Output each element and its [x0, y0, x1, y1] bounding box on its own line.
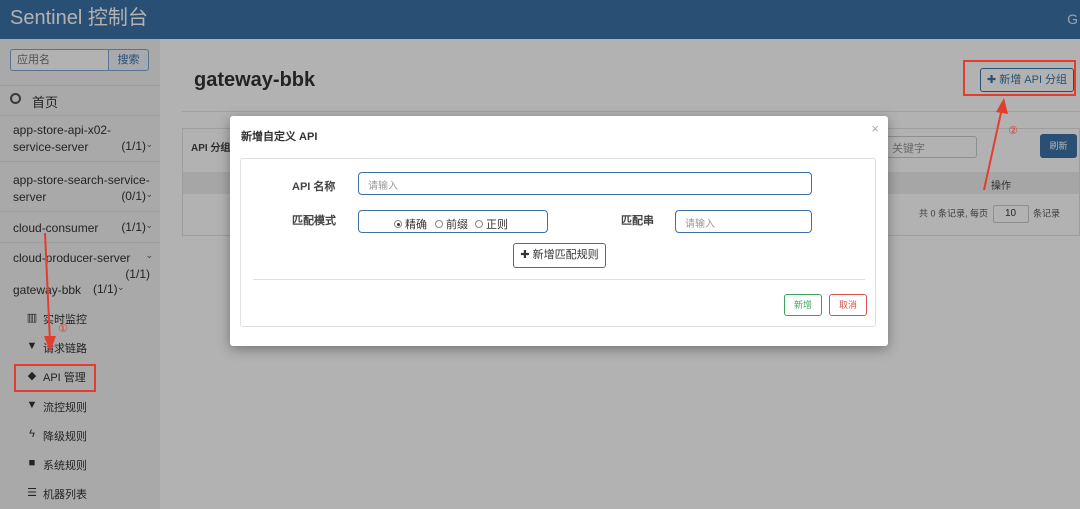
api-name-input[interactable]: 请输入	[358, 172, 812, 195]
save-button[interactable]: 新增	[784, 294, 822, 316]
annotation-label-2: ②	[1008, 125, 1018, 137]
match-mode-label: 匹配模式	[292, 215, 336, 227]
match-string-label: 匹配串	[621, 215, 654, 227]
dialog-title: 新增自定义 API	[241, 131, 318, 143]
add-match-rule-label: 新增匹配规则	[532, 249, 599, 261]
match-mode-radio-group: 精确 前缀 正则	[358, 210, 548, 233]
add-custom-api-dialog: 新增自定义 API × API 名称 请输入 匹配模式 精确 前缀 正则 匹配串…	[230, 116, 888, 346]
annotation-box-add-group	[963, 60, 1076, 96]
plus-icon: ✚	[520, 249, 533, 261]
api-name-label: API 名称	[292, 181, 336, 193]
dialog-body: API 名称 请输入 匹配模式 精确 前缀 正则 匹配串 请输入 ✚ 新增匹配规…	[240, 158, 876, 327]
match-string-input[interactable]: 请输入	[675, 210, 812, 233]
radio-label: 精确	[405, 219, 427, 231]
radio-dot-icon	[475, 220, 483, 229]
cancel-button[interactable]: 取消	[829, 294, 867, 316]
annotation-label-1: ①	[58, 323, 68, 335]
close-icon[interactable]: ×	[871, 121, 879, 136]
radio-label: 正则	[486, 219, 508, 231]
radio-dot-icon	[435, 220, 443, 229]
radio-dot-icon	[394, 220, 402, 229]
radio-label: 前缀	[446, 219, 468, 231]
dialog-divider	[253, 279, 865, 280]
add-match-rule-button[interactable]: ✚ 新增匹配规则	[513, 243, 606, 268]
radio-regex[interactable]: 正则	[475, 216, 508, 232]
radio-exact[interactable]: 精确	[394, 216, 427, 232]
radio-prefix[interactable]: 前缀	[435, 216, 468, 232]
annotation-box-api-management	[14, 364, 96, 392]
